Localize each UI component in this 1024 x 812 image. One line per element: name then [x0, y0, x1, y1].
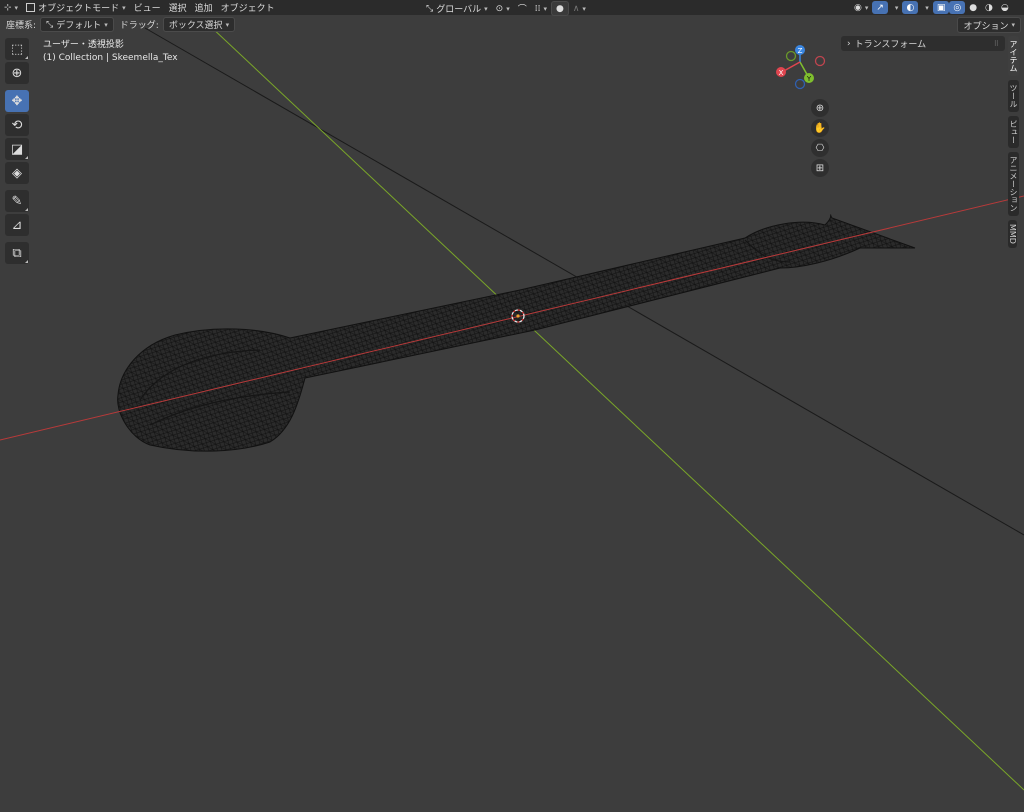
hand-icon: ✋ — [813, 122, 827, 134]
select-box-tool[interactable]: ⬚ — [5, 38, 29, 60]
tab-view[interactable]: ビュー — [1008, 116, 1019, 148]
rotate-icon: ⟲ — [11, 117, 23, 133]
camera-view-button[interactable]: ⎔ — [811, 139, 829, 157]
options-dropdown[interactable]: オプション ▾ — [957, 17, 1021, 33]
ruler-icon: ⊿ — [11, 217, 23, 233]
shading-solid[interactable]: ● — [965, 1, 981, 14]
chevron-right-icon: › — [847, 38, 851, 49]
viewport-canvas[interactable]: Z Y X — [0, 0, 1024, 812]
wireframe-sphere-icon: ◎ — [953, 2, 962, 13]
tool-settings-bar: 座標系: ⤡ デフォルト ▾ ドラッグ: ボックス選択 ▾ — [0, 16, 1024, 33]
gizmo-toggle[interactable]: ↗ — [872, 1, 888, 14]
sidebar-tabs: アイテム ツール ビュー アニメーション MMD — [1008, 36, 1022, 252]
viewport-header: ⊹ ▾ オブジェクトモード ▾ ビュー 選択 追加 オブジェクト ⤡ グローバル ▾ … — [0, 0, 1024, 16]
grid-icon: ⊞ — [815, 162, 825, 174]
drag-value: ボックス選択 — [168, 21, 223, 31]
transform-panel-title: トランスフォーム — [854, 40, 927, 50]
viewport-info: ユーザー・透視投影 (1) Collection | Skeemella_Tex — [43, 39, 178, 65]
pencil-icon: ✎ — [11, 193, 23, 209]
pan-button[interactable]: ✋ — [811, 119, 829, 137]
orientation-icon: ⤡ — [426, 3, 434, 14]
crosshair-icon: ⊕ — [11, 65, 23, 81]
collection-info: (1) Collection | Skeemella_Tex — [43, 53, 178, 63]
gizmo-neg-y[interactable] — [785, 50, 797, 62]
camera-icon: ⎔ — [815, 142, 825, 154]
axes-icon: ⤡ — [46, 19, 54, 30]
rendered-sphere-icon: ◒ — [1000, 2, 1009, 13]
scale-icon: ◪ — [10, 141, 24, 157]
eye-icon: ◉ — [854, 2, 862, 13]
visibility-button[interactable]: ◉ ▾ — [850, 1, 872, 14]
snap-options[interactable]: ⁞⁞ ▾ — [531, 2, 551, 15]
annotate-tool[interactable]: ✎ — [5, 190, 29, 212]
move-arrows-icon: ✥ — [11, 93, 23, 109]
transform-tool[interactable]: ◈ — [5, 162, 29, 184]
navigation-gizmo[interactable]: Z Y X — [776, 45, 826, 90]
menu-select[interactable]: 選択 — [165, 1, 191, 14]
object-mode-icon — [26, 3, 36, 12]
drag-dropdown[interactable]: ボックス選択 ▾ — [162, 17, 236, 32]
transform-panel-header[interactable]: › トランスフォーム ⠿ — [841, 36, 1005, 51]
menu-object[interactable]: オブジェクト — [217, 1, 279, 14]
orientation-label: グローバル — [436, 5, 482, 15]
tab-mmd[interactable]: MMD — [1008, 220, 1017, 248]
menu-view[interactable]: ビュー — [130, 1, 165, 14]
shading-rendered[interactable]: ◒ — [997, 1, 1013, 14]
cursor-arrow-icon: ⬚ — [10, 41, 24, 57]
perspective-toggle-button[interactable]: ⊞ — [811, 159, 829, 177]
chevron-down-icon: ▾ — [122, 3, 126, 12]
drag-handle-icon[interactable]: ⠿ — [994, 40, 999, 48]
shading-wireframe[interactable]: ◎ — [949, 1, 966, 14]
cube-add-icon: ⧉ — [12, 245, 22, 261]
cursor-tool[interactable]: ⊕ — [5, 62, 29, 84]
xray-icon: ▣ — [936, 2, 946, 13]
overlays-dropdown[interactable]: ▾ — [918, 1, 933, 14]
gizmo-neg-x[interactable] — [814, 55, 826, 67]
gizmo-dropdown[interactable]: ▾ — [888, 1, 903, 14]
coordinate-system-dropdown[interactable]: ⤡ デフォルト ▾ — [40, 17, 114, 32]
coordinate-system-label: 座標系: — [6, 21, 37, 31]
gizmo-icon: ↗ — [876, 2, 884, 13]
gizmo-x-label: X — [779, 69, 784, 77]
solid-sphere-icon: ● — [969, 2, 978, 13]
material-sphere-icon: ◑ — [985, 2, 993, 13]
proportional-edit-toggle[interactable]: ● — [550, 1, 569, 16]
falloff-dropdown[interactable]: ∧ ▾ — [569, 2, 590, 15]
xray-toggle[interactable]: ▣ — [932, 1, 950, 14]
tab-animation[interactable]: アニメーション — [1008, 152, 1019, 216]
zoom-button[interactable]: ⊕ — [811, 99, 829, 117]
add-cube-tool[interactable]: ⧉ — [5, 242, 29, 264]
options-label: オプション — [963, 21, 1009, 32]
tab-item[interactable]: アイテム — [1008, 36, 1019, 76]
overlays-icon: ◐ — [906, 2, 915, 13]
magnet-icon: ⌒ — [517, 5, 527, 15]
orientation-dropdown[interactable]: ⤡ グローバル ▾ — [422, 2, 492, 16]
gizmo-neg-z[interactable] — [794, 78, 806, 90]
coordinate-system-value: デフォルト — [56, 21, 102, 31]
snap-toggle[interactable]: ⌒ — [514, 2, 531, 15]
pivot-point-button[interactable]: ⊙ ▾ — [492, 2, 514, 15]
mode-dropdown[interactable]: オブジェクトモード ▾ — [22, 1, 130, 14]
y-axis-line — [209, 25, 1024, 791]
drag-label: ドラッグ: — [119, 21, 159, 31]
magnifier-icon: ⊕ — [815, 102, 825, 114]
view-name: ユーザー・透視投影 — [43, 40, 124, 50]
mode-label: オブジェクトモード — [38, 4, 120, 14]
measure-tool[interactable]: ⊿ — [5, 214, 29, 236]
left-toolbar: ⬚ ⊕ ✥ ⟲ ◪ ◈ ✎ ⊿ ⧉ — [5, 38, 31, 266]
gizmo-z-label: Z — [798, 47, 803, 55]
scale-tool[interactable]: ◪ — [5, 138, 29, 160]
move-tool[interactable]: ✥ — [5, 90, 29, 112]
overlays-toggle[interactable]: ◐ — [902, 1, 919, 14]
shading-material[interactable]: ◑ — [981, 1, 997, 14]
rotate-tool[interactable]: ⟲ — [5, 114, 29, 136]
gizmo-y-label: Y — [806, 75, 812, 83]
menu-add[interactable]: 追加 — [191, 1, 217, 14]
editor-type-button[interactable]: ⊹ ▾ — [0, 1, 22, 14]
transform-icon: ◈ — [12, 165, 22, 181]
tab-tool[interactable]: ツール — [1008, 80, 1019, 112]
